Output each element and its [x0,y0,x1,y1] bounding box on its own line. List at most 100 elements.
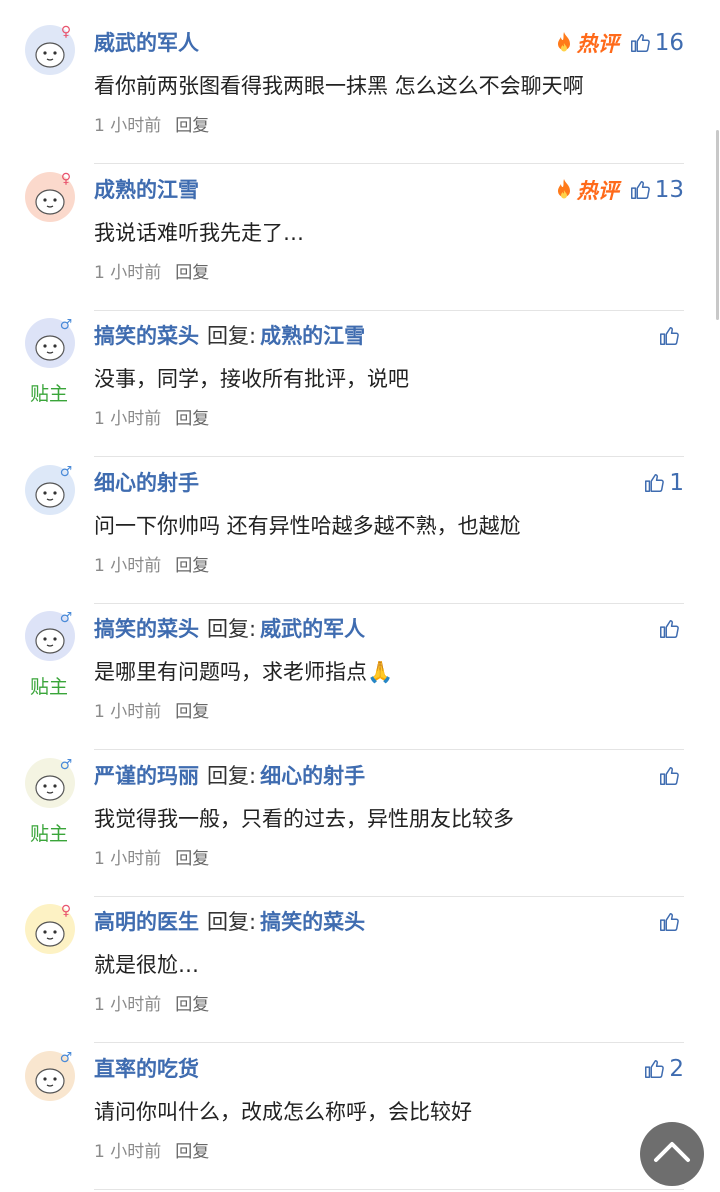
comment-meta: 1 小时前 回复 [94,993,209,1017]
female-icon: ♀ [60,903,72,919]
flame-icon [557,32,570,52]
reply-indicator: 回复: [207,763,257,788]
comment-text: 没事，同学，接收所有批评，说吧 [94,367,409,391]
timestamp: 1 小时前 [94,995,162,1015]
female-icon: ♀ [60,170,72,187]
back-to-top-button[interactable] [640,1122,704,1186]
comment-text: 我觉得我一般，只看的过去，异性朋友比较多 [94,806,514,831]
timestamp: 1 小时前 [94,116,162,136]
comment-actions [658,907,684,937]
comment-actions [658,761,684,791]
comment-meta: 1 小时前 回复 [94,261,209,285]
op-badge: 贴主 [30,676,69,698]
like-button[interactable]: 1 [643,468,684,498]
reply-target-username[interactable]: 成熟的江雪 [260,324,365,348]
like-button[interactable] [658,325,684,347]
thumbs-up-icon [660,766,679,785]
reply-button[interactable]: 回复 [175,116,209,136]
timestamp: 1 小时前 [94,1141,162,1162]
reply-target-username[interactable]: 威武的军人 [260,617,365,641]
comment-item: ♂ 直率的吃货 2 请问你叫什么，改成怎么称呼，会比较好 1 小时前 回复 [0,1046,720,1192]
comment-item: ♂ 贴主 搞笑的菜头 回复: 成熟的江雪 没事，同学，接收所有批评，说吧 1 小时前 回复 [0,313,720,459]
comment-header: 搞笑的菜头 回复: 威武的军人 [94,614,365,644]
username[interactable]: 搞笑的菜头 [94,617,199,641]
like-button[interactable] [658,618,684,640]
thumbs-up-icon [660,913,679,931]
username[interactable]: 高明的医生 [94,910,199,934]
username[interactable]: 成熟的江雪 [94,178,199,202]
thumbs-up-icon [645,473,665,492]
comment-actions [658,321,684,351]
hot-comment-badge: 热评 [553,175,619,205]
username[interactable]: 严谨的玛丽 [94,764,199,788]
username[interactable]: 细心的射手 [94,471,199,495]
chevron-up-icon [654,1142,690,1162]
comment-header: 严谨的玛丽 回复: 细心的射手 [94,761,365,791]
timestamp: 1 小时前 [94,702,162,722]
female-icon: ♀ [60,24,72,40]
comment-meta: 1 小时前 回复 [94,114,209,138]
thumbs-up-icon [660,327,679,345]
like-button[interactable] [658,765,684,787]
thumbs-up-icon [630,34,650,52]
reply-button[interactable]: 回复 [175,849,209,869]
scrollbar[interactable] [716,130,719,320]
like-count: 16 [654,30,684,56]
comment-header: 威武的军人 [94,28,199,58]
reply-button[interactable]: 回复 [175,409,209,429]
hot-comment-badge: 热评 [553,28,619,58]
comment-text: 是哪里有问题吗，求老师指点🙏 [94,660,394,684]
comment-header: 直率的吃货 [94,1054,199,1084]
male-icon: ♂ [59,610,73,626]
male-icon: ♂ [59,1049,73,1066]
divider [94,749,684,750]
comment-item: ♂ 贴主 搞笑的菜头 回复: 威武的军人是哪里有问题吗，求老师指点🙏 1 小时前 回复 [0,606,720,752]
username[interactable]: 直率的吃货 [94,1057,199,1081]
like-button[interactable]: 16 [629,28,684,58]
reply-button[interactable]: 回复 [175,556,209,576]
comment-actions: 1 [643,468,684,498]
like-count: 1 [669,469,684,496]
comment-meta: 1 小时前 回复 [94,700,209,724]
divider [94,163,684,164]
hot-label: 热评 [576,178,619,203]
reply-indicator: 回复: [207,910,257,934]
reply-button[interactable]: 回复 [175,263,209,283]
reply-target-username[interactable]: 搞笑的菜头 [260,910,365,934]
thumbs-up-icon [660,620,679,638]
like-button[interactable] [658,911,684,933]
reply-button[interactable]: 回复 [175,1142,209,1162]
thumbs-up-icon [645,1059,665,1078]
like-count: 13 [654,176,684,203]
op-badge: 贴主 [30,383,69,405]
comment-item: ♂ 贴主 严谨的玛丽 回复: 细心的射手 我觉得我一般，只看的过去，异性朋友比较多 1 小时… [0,753,720,899]
comment-meta: 1 小时前 回复 [94,554,209,578]
comment-text: 请问你叫什么，改成怎么称呼，会比较好 [94,1099,472,1124]
comment-meta: 1 小时前 回复 [94,1140,209,1164]
flame-icon [557,178,570,198]
timestamp: 1 小时前 [94,262,162,283]
comment-meta: 1 小时前 回复 [94,407,209,431]
comment-actions: 热评 13 [553,175,684,205]
reply-button[interactable]: 回复 [175,702,209,722]
like-button[interactable]: 13 [629,175,684,205]
comment-actions: 2 [643,1054,684,1084]
comment-actions [658,614,684,644]
like-button[interactable]: 2 [643,1054,684,1084]
divider [94,309,684,311]
comment-text: 问一下你帅吗 还有异性哈越多越不熟，也越尬 [94,513,521,538]
comment-text: 看你前两张图看得我两眼一抹黑 怎么这么不会聊天啊 [94,74,584,98]
reply-button[interactable]: 回复 [175,995,209,1015]
username[interactable]: 威武的军人 [94,31,199,55]
male-icon: ♂ [59,756,73,773]
divider [94,602,684,604]
comment-header: 细心的射手 [94,468,199,498]
comment-header: 高明的医生 回复: 搞笑的菜头 [94,907,365,937]
timestamp: 1 小时前 [94,409,162,429]
username[interactable]: 搞笑的菜头 [94,324,199,348]
timestamp: 1 小时前 [94,848,162,869]
male-icon: ♂ [59,317,73,333]
reply-target-username[interactable]: 细心的射手 [260,764,365,788]
comment-item: ♂ 细心的射手 1 问一下你帅吗 还有异性哈越多越不熟，也越尬 1 小时前 回复 [0,460,720,606]
comment-item: ♀ 威武的军人 热评 16 看你前两张图看得我两眼一抹黑 怎么这么不会聊天啊 1 小时前回… [0,20,720,166]
